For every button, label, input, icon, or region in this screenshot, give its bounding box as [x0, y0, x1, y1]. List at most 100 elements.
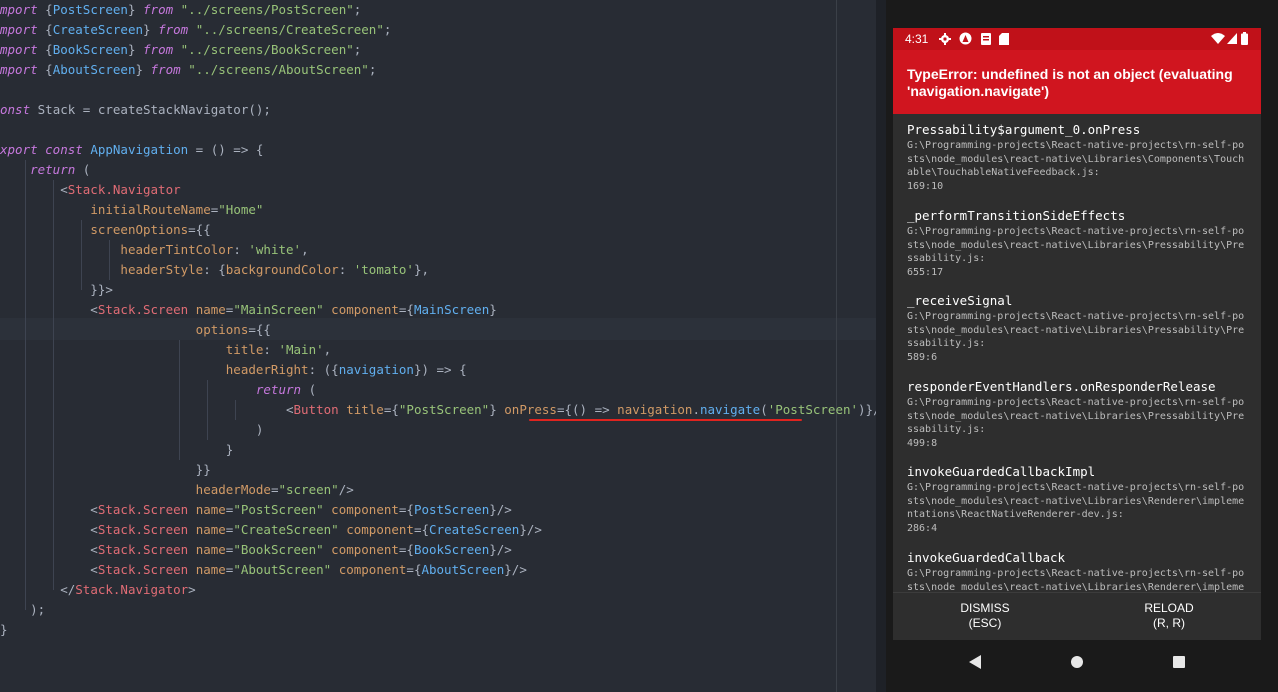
code-line[interactable]: <Stack.Screen name="CreateScreen" compon… — [0, 520, 542, 540]
code-line[interactable]: </Stack.Navigator> — [0, 580, 195, 600]
stack-frame[interactable]: _receiveSignal G:\Programming-projects\Re… — [907, 293, 1247, 364]
code-token: 'tomato' — [353, 262, 414, 277]
code-line[interactable]: return ( — [0, 380, 316, 400]
code-line[interactable]: headerTintColor: 'white', — [0, 240, 308, 260]
code-line[interactable]: xport const AppNavigation = () => { — [0, 140, 263, 160]
code-line[interactable]: title: 'Main', — [0, 340, 331, 360]
code-token: navigation — [617, 402, 693, 417]
stack-frame[interactable]: invokeGuardedCallbackImpl G:\Programming-… — [907, 464, 1247, 535]
code-token: } — [489, 402, 505, 417]
code-token: name — [195, 562, 226, 577]
code-line[interactable]: <Stack.Screen name="AboutScreen" compone… — [0, 560, 527, 580]
code-line[interactable]: ); — [0, 600, 45, 620]
settings-icon — [939, 33, 951, 45]
redbox-button-bar: DISMISS (ESC) RELOAD (R, R) — [893, 592, 1261, 640]
home-icon[interactable] — [1070, 655, 1084, 669]
code-token: }/> — [489, 502, 512, 517]
code-token: { — [45, 22, 53, 37]
code-token: name — [195, 542, 226, 557]
code-token: /> — [338, 482, 354, 497]
dismiss-label: DISMISS — [960, 601, 1010, 615]
code-token: headerStyle — [120, 262, 204, 277]
code-token: PostScreen — [413, 502, 490, 517]
stack-trace[interactable]: Pressability$argument_0.onPress G:\Progra… — [893, 114, 1261, 592]
stack-frame[interactable]: Pressability$argument_0.onPress G:\Progra… — [907, 122, 1247, 193]
code-token: Stack.Screen — [97, 522, 196, 537]
code-token: from — [158, 22, 196, 37]
stack-frame[interactable]: _performTransitionSideEffects G:\Programm… — [907, 208, 1247, 279]
code-line[interactable]: options={{ — [0, 320, 271, 340]
code-line[interactable]: <Stack.Screen name="MainScreen" componen… — [0, 300, 496, 320]
stack-frame[interactable]: invokeGuardedCallback G:\Programming-proj… — [907, 550, 1247, 592]
code-token: . — [692, 402, 700, 417]
code-line[interactable]: headerRight: ({navigation}) => { — [0, 360, 467, 380]
code-line[interactable]: <Stack.Screen name="BookScreen" componen… — [0, 540, 512, 560]
code-line[interactable]: }}> — [0, 280, 113, 300]
code-token: }/> — [504, 562, 527, 577]
code-line[interactable]: onst Stack = createStackNavigator(); — [0, 100, 271, 120]
code-token: headerRight — [225, 362, 309, 377]
code-token: ; — [368, 62, 377, 77]
code-token: "PostScreen" — [398, 402, 490, 417]
code-line[interactable]: mport {CreateScreen} from "../screens/Cr… — [0, 20, 391, 40]
code-token: backgroundColor — [225, 262, 339, 277]
code-token: < — [0, 502, 98, 517]
code-token: : { — [203, 262, 226, 277]
code-token: < — [0, 522, 98, 537]
code-line[interactable]: } — [0, 620, 8, 640]
code-editor[interactable]: mport {PostScreen} from "../screens/Post… — [0, 0, 876, 692]
code-token: "BookScreen" — [233, 542, 332, 557]
code-line[interactable]: <Stack.Navigator — [0, 180, 181, 200]
reload-hint: (R, R) — [1153, 616, 1185, 630]
code-token: ; — [383, 22, 392, 37]
code-line[interactable]: screenOptions={{ — [0, 220, 210, 240]
code-line[interactable]: mport {BookScreen} from "../screens/Book… — [0, 40, 361, 60]
code-token: "CreateScreen" — [233, 522, 347, 537]
code-token: , — [323, 342, 332, 357]
code-line[interactable]: mport {PostScreen} from "../screens/Post… — [0, 0, 361, 20]
code-token: mport — [0, 42, 46, 57]
code-line[interactable]: } — [0, 440, 234, 460]
code-line[interactable]: <Stack.Screen name="PostScreen" componen… — [0, 500, 512, 520]
code-token: from — [150, 62, 189, 77]
code-line[interactable]: mport {AboutScreen} from "../screens/Abo… — [0, 60, 376, 80]
code-token: CreateScreen — [429, 522, 520, 537]
code-token: ={{ — [248, 322, 271, 337]
back-icon[interactable] — [968, 655, 982, 669]
code-token: name — [195, 502, 226, 517]
code-token: ; — [353, 2, 362, 17]
reload-button[interactable]: RELOAD (R, R) — [1094, 601, 1244, 631]
code-line[interactable]: <Button title={"PostScreen"} onPress={()… — [0, 400, 876, 420]
code-line[interactable]: initialRouteName="Home" — [0, 200, 263, 220]
stack-frame-path: G:\Programming-projects\React-native-pro… — [907, 311, 1245, 363]
code-line[interactable]: ) — [0, 420, 264, 440]
signal-icon — [1227, 33, 1237, 44]
code-token: Stack.Navigator — [75, 582, 189, 597]
code-line[interactable]: headerMode="screen"/> — [0, 480, 354, 500]
code-line[interactable]: return ( — [0, 160, 90, 180]
stack-frame[interactable]: responderEventHandlers.onResponderReleas… — [907, 379, 1247, 450]
code-token: ( — [82, 162, 91, 177]
code-token: title — [346, 402, 384, 417]
editor-ruler — [836, 0, 837, 692]
dismiss-button[interactable]: DISMISS (ESC) — [910, 601, 1060, 631]
code-token: AboutScreen — [52, 62, 136, 77]
code-line[interactable]: }} — [0, 460, 211, 480]
code-token: xport — [0, 142, 46, 157]
code-token: { — [45, 62, 53, 77]
code-token: Stack.Navigator — [67, 182, 181, 197]
code-token: }/> — [519, 522, 542, 537]
code-token: mport — [0, 2, 46, 17]
code-token: ={ — [556, 402, 573, 417]
code-token: }) => { — [413, 362, 467, 377]
code-token: const — [45, 142, 91, 157]
recents-icon[interactable] — [1172, 655, 1186, 669]
wifi-icon — [1211, 33, 1225, 44]
code-token: headerMode — [195, 482, 271, 497]
code-line[interactable]: headerStyle: {backgroundColor: 'tomato'}… — [0, 260, 429, 280]
